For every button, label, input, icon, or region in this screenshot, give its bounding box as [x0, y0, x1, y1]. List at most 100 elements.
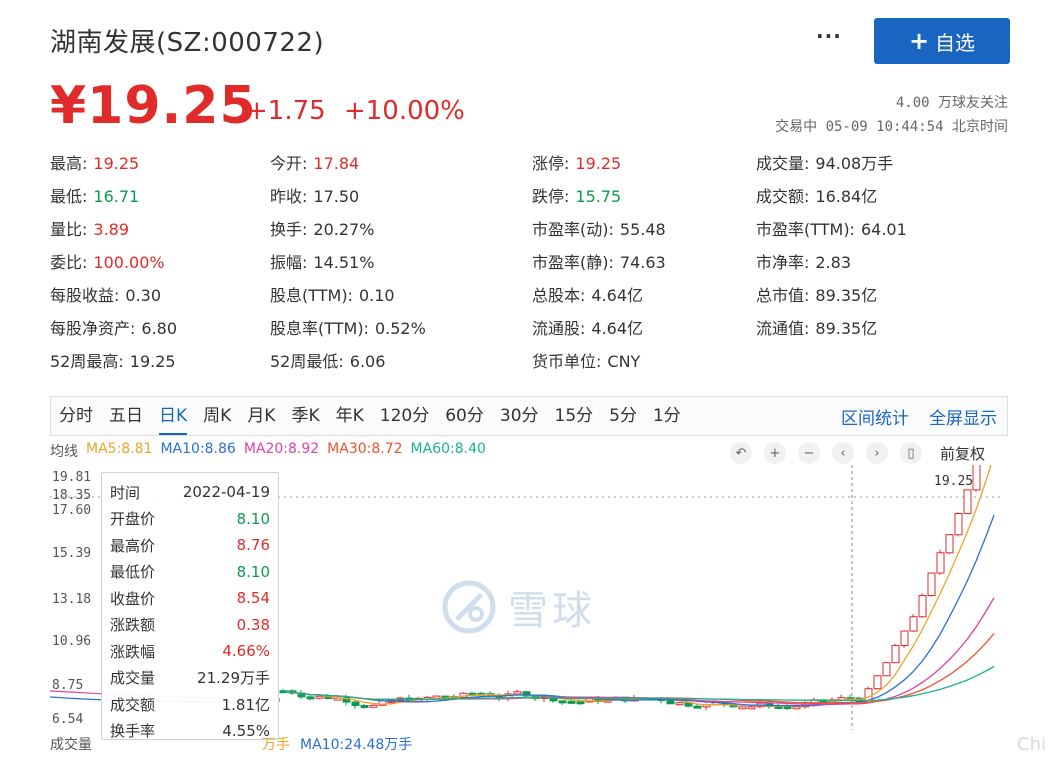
tooltip-row: 收盘价 8.54 [110, 585, 270, 612]
candle-body [360, 704, 369, 708]
quote-label: 总市值: [756, 286, 810, 305]
candle-body [576, 701, 585, 705]
volume-ma5: 万手 [262, 737, 290, 753]
tooltip-row: 开盘价 8.10 [110, 506, 270, 533]
quote-label: 52周最低: [270, 352, 344, 371]
candle-body [351, 701, 360, 706]
quote-label: 成交额: [756, 187, 810, 206]
source-watermark: Chi [1017, 734, 1046, 755]
quote-item: 昨收: 17.50 [270, 183, 359, 207]
trade-status-time: 交易中 05-09 10:44:54 北京时间 [775, 119, 1008, 135]
volume-ma10: MA10:24.48万手 [300, 737, 413, 753]
period-tab[interactable]: 月K [239, 397, 283, 435]
candle-body [891, 645, 900, 664]
fullscreen-link[interactable]: 全屏显示 [919, 404, 1007, 429]
quote-item: 每股净资产: 6.80 [50, 315, 177, 339]
range-stats-link[interactable]: 区间统计 [831, 404, 919, 429]
period-links: 区间统计 全屏显示 [831, 404, 1007, 429]
more-options-button[interactable]: ··· [816, 24, 842, 48]
last-price-label: 19.25 [934, 474, 973, 489]
quote-item: 货币单位: CNY [532, 348, 640, 372]
quote-label: 流通值: [756, 319, 810, 338]
volume-label: 成交量 [50, 737, 92, 753]
quote-value: 4.64亿 [591, 286, 644, 305]
quote-value: 64.01 [860, 220, 907, 239]
tooltip-value: 4.66% [222, 642, 270, 661]
xueqiu-logo-icon [442, 580, 496, 634]
next-icon[interactable]: › [866, 442, 888, 464]
y-axis-tick-label: 13.18 [52, 592, 92, 607]
quote-value: 89.35亿 [815, 286, 878, 305]
quote-value: 6.80 [141, 319, 178, 338]
period-tab[interactable]: 五日 [101, 397, 151, 435]
quote-item: 52周最高: 19.25 [50, 348, 176, 372]
add-to-watchlist-button[interactable]: + 自选 [874, 18, 1010, 64]
tooltip-key: 涨跌额 [110, 616, 156, 635]
quote-row: 每股收益: 0.30 股息(TTM): 0.10 总股本: 4.64亿 总市值: 89.35亿 [50, 282, 1010, 315]
quote-item: 流通值: 89.35亿 [756, 315, 877, 339]
xueqiu-watermark: 雪球 [440, 578, 596, 636]
stock-title: 湖南发展(SZ:000722) [50, 28, 325, 58]
quote-value: 14.51% [313, 253, 375, 272]
period-tab[interactable]: 季K [283, 397, 327, 435]
quote-item: 市净率: 2.83 [756, 249, 851, 273]
period-tab[interactable]: 分时 [51, 397, 101, 435]
y-axis-tick-label: 19.81 [52, 470, 92, 485]
candle-body [558, 700, 567, 704]
candle-body [909, 616, 918, 632]
quote-label: 市盈率(动): [532, 220, 614, 239]
tooltip-row: 涨跌额 0.38 [110, 612, 270, 639]
quote-label: 涨停: [532, 154, 570, 173]
quote-label: 昨收: [270, 187, 308, 206]
tooltip-key: 成交额 [110, 695, 156, 714]
undo-icon[interactable]: ↶ [730, 442, 752, 464]
ma-legend-label: 均线 [50, 444, 78, 460]
y-axis-tick-label: 15.39 [52, 546, 92, 561]
y-axis-tick-label: 6.54 [52, 712, 84, 727]
candle-body [369, 704, 378, 708]
tooltip-value: 8.76 [236, 536, 270, 555]
zoom-in-icon[interactable]: + [764, 442, 786, 464]
quote-label: 振幅: [270, 253, 308, 272]
quote-label: 每股收益: [50, 286, 120, 305]
tooltip-value: 21.29万手 [197, 669, 270, 688]
quote-label: 52周最高: [50, 352, 124, 371]
quote-value: 2.83 [815, 253, 852, 272]
quote-item: 跌停: 15.75 [532, 183, 621, 207]
tooltip-key: 收盘价 [110, 589, 156, 608]
quote-label: 股息率(TTM): [270, 319, 369, 338]
tooltip-key: 时间 [110, 483, 141, 502]
quote-label: 流通股: [532, 319, 586, 338]
quote-value: 55.48 [619, 220, 666, 239]
period-tab[interactable]: 周K [195, 397, 239, 435]
y-axis-tick-label: 17.60 [52, 503, 92, 518]
price-adjust-toggle[interactable]: 前复权 [940, 443, 985, 464]
tooltip-value: 0.38 [236, 615, 270, 634]
moving-average-line [282, 514, 995, 707]
quote-label: 货币单位: [532, 352, 602, 371]
prev-icon[interactable]: ‹ [832, 442, 854, 464]
period-tab-bar: 分时 五日 日K 周K 月K 季K 年K 120分 60分 30分 15分 5分 1分 区间统计 全屏显示 [50, 396, 1008, 436]
volume-legend: 成交量 万手 MA10:24.48万手 [50, 734, 412, 754]
period-tab[interactable]: 120分 [372, 397, 437, 435]
quote-item: 总股本: 4.64亿 [532, 282, 643, 306]
quote-value: 20.27% [313, 220, 375, 239]
price-change-amount: +1.75 [246, 96, 326, 126]
period-tab[interactable]: 15分 [547, 397, 602, 435]
restore-icon[interactable]: ▯ [900, 442, 922, 464]
candle-body [675, 702, 684, 706]
period-tab[interactable]: 日K [151, 397, 195, 435]
period-tab[interactable]: 5分 [601, 397, 645, 435]
quote-value: 19.25 [129, 352, 176, 371]
period-tab[interactable]: 60分 [437, 397, 492, 435]
quote-item: 市盈率(TTM): 64.01 [756, 216, 907, 240]
zoom-out-icon[interactable]: − [798, 442, 820, 464]
quote-item: 每股收益: 0.30 [50, 282, 161, 306]
period-tab[interactable]: 1分 [645, 397, 689, 435]
period-tab[interactable]: 年K [328, 397, 372, 435]
quote-value: 16.84亿 [815, 187, 878, 206]
quote-value: 0.30 [125, 286, 162, 305]
period-tab[interactable]: 30分 [492, 397, 547, 435]
tooltip-row: 成交额 1.81亿 [110, 691, 270, 718]
quote-label: 量比: [50, 220, 88, 239]
